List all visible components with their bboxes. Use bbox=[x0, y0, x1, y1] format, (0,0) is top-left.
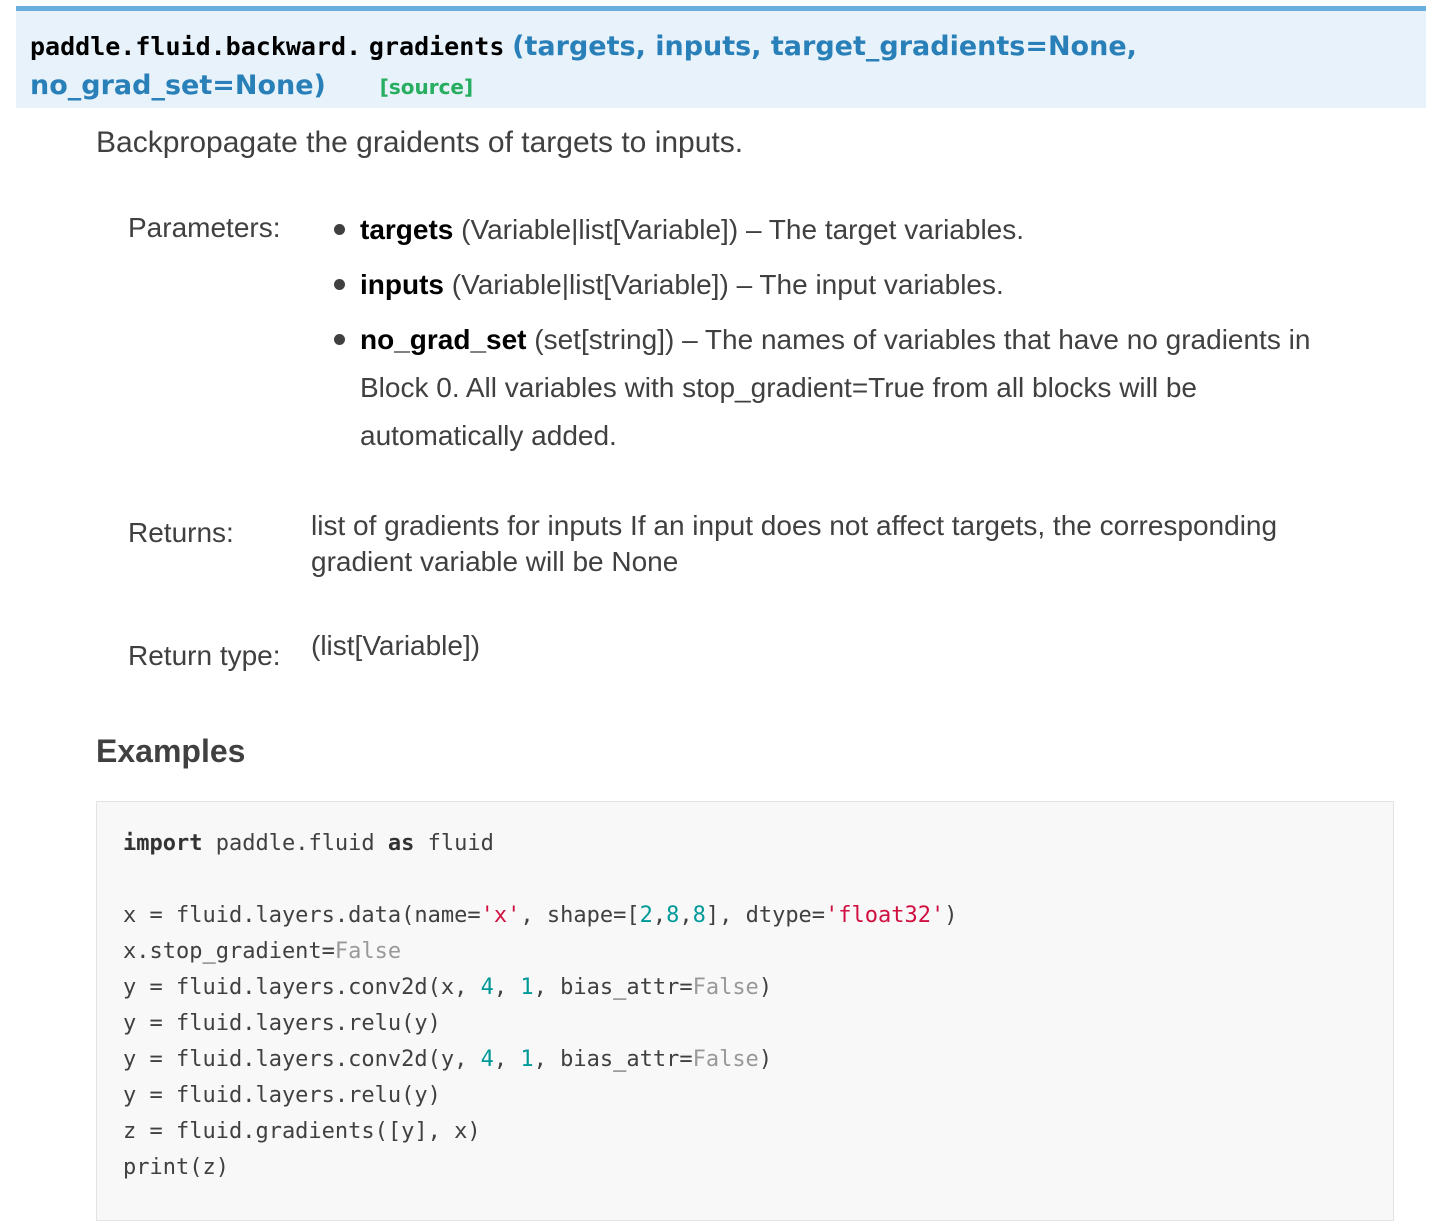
code-constant: False bbox=[334, 939, 402, 964]
code-line: print(z) bbox=[123, 1150, 1393, 1186]
code-line: import paddle.fluid as fluid bbox=[123, 826, 1393, 862]
return-type-value: (list[Variable]) bbox=[311, 630, 481, 661]
code-token: y = fluid.layers.relu(y) bbox=[123, 1011, 441, 1036]
signature-function-name: gradients bbox=[368, 32, 505, 61]
code-line: y = fluid.layers.conv2d(x, 4, 1, bias_at… bbox=[123, 970, 1393, 1006]
code-number: 4 bbox=[480, 975, 494, 1000]
parameter-list: targets (Variable|list[Variable]) – The … bbox=[330, 206, 1350, 467]
code-line: y = fluid.layers.relu(y) bbox=[123, 1006, 1393, 1042]
function-description: Backpropagate the graidents of targets t… bbox=[96, 126, 744, 159]
parameter-name: targets bbox=[360, 214, 454, 245]
code-string: 'x' bbox=[480, 903, 521, 928]
examples-heading: Examples bbox=[96, 733, 246, 769]
parameter-name: no_grad_set bbox=[360, 324, 527, 355]
code-token: fluid bbox=[414, 831, 494, 856]
returns-description: list of gradients for inputs If an input… bbox=[311, 510, 1278, 577]
code-number: 2 bbox=[639, 903, 653, 928]
code-text: import paddle.fluid as fluid x = fluid.la… bbox=[123, 826, 1393, 1186]
code-string: 'float32' bbox=[825, 903, 945, 928]
parameter-item-no-grad-set: no_grad_set (set[string]) – The names of… bbox=[330, 316, 1350, 460]
code-token: ) bbox=[758, 1047, 773, 1072]
code-number: 4 bbox=[480, 1047, 494, 1072]
parameter-description: (Variable|list[Variable]) – The input va… bbox=[444, 269, 1004, 300]
code-token: ) bbox=[758, 975, 773, 1000]
code-token: z = fluid.gradients([y], x) bbox=[123, 1119, 481, 1144]
parameter-description: (Variable|list[Variable]) – The target v… bbox=[453, 214, 1025, 245]
code-line: z = fluid.gradients([y], x) bbox=[123, 1114, 1393, 1150]
code-number: 1 bbox=[520, 975, 534, 1000]
code-token: x.stop_gradient= bbox=[123, 939, 335, 964]
code-token: y = fluid.layers.conv2d(y, bbox=[123, 1047, 481, 1072]
code-token: ) bbox=[944, 903, 958, 928]
code-token: print(z) bbox=[123, 1155, 229, 1180]
function-signature: paddle.fluid.backward. gradients (target… bbox=[16, 6, 1426, 108]
code-line: y = fluid.layers.relu(y) bbox=[123, 1078, 1393, 1114]
parameters-label: Parameters: bbox=[128, 212, 281, 243]
code-constant: False bbox=[692, 1047, 759, 1072]
code-token: , bbox=[679, 903, 693, 928]
code-line: x.stop_gradient=False bbox=[123, 934, 1393, 970]
code-keyword: as bbox=[387, 831, 415, 856]
parameter-item-targets: targets (Variable|list[Variable]) – The … bbox=[330, 206, 1350, 254]
code-token: x = fluid.layers.data(name= bbox=[123, 903, 481, 928]
code-number: 8 bbox=[666, 903, 680, 928]
parameter-item-inputs: inputs (Variable|list[Variable]) – The i… bbox=[330, 261, 1350, 309]
signature-params-line1: (targets, inputs, target_gradients=None, bbox=[512, 31, 1137, 62]
code-token: y = fluid.layers.conv2d(x, bbox=[123, 975, 481, 1000]
code-token: , bbox=[493, 1047, 521, 1072]
parameter-name: inputs bbox=[360, 269, 444, 300]
source-link[interactable]: [source] bbox=[380, 68, 473, 106]
code-token: y = fluid.layers.relu(y) bbox=[123, 1083, 441, 1108]
code-token: paddle.fluid bbox=[202, 831, 388, 856]
code-example: import paddle.fluid as fluid x = fluid.la… bbox=[96, 801, 1394, 1221]
code-keyword: import bbox=[123, 831, 203, 856]
code-token: , bbox=[652, 903, 667, 928]
code-line: y = fluid.layers.conv2d(y, 4, 1, bias_at… bbox=[123, 1042, 1393, 1078]
return-type-label: Return type: bbox=[128, 640, 281, 671]
code-token: , bias_attr= bbox=[533, 1047, 693, 1072]
code-number: 1 bbox=[520, 1047, 534, 1072]
code-line: x = fluid.layers.data(name='x', shape=[2… bbox=[123, 898, 1393, 934]
signature-params-line2: no_grad_set=None) bbox=[30, 70, 326, 101]
signature-module-path: paddle.fluid.backward. bbox=[30, 32, 362, 61]
code-number: 8 bbox=[692, 903, 706, 928]
code-token: , bbox=[493, 975, 521, 1000]
code-token: , bias_attr= bbox=[533, 975, 693, 1000]
code-token: , shape=[ bbox=[520, 903, 640, 928]
returns-label: Returns: bbox=[128, 517, 234, 548]
code-token: ], dtype= bbox=[705, 903, 826, 928]
code-constant: False bbox=[692, 975, 759, 1000]
